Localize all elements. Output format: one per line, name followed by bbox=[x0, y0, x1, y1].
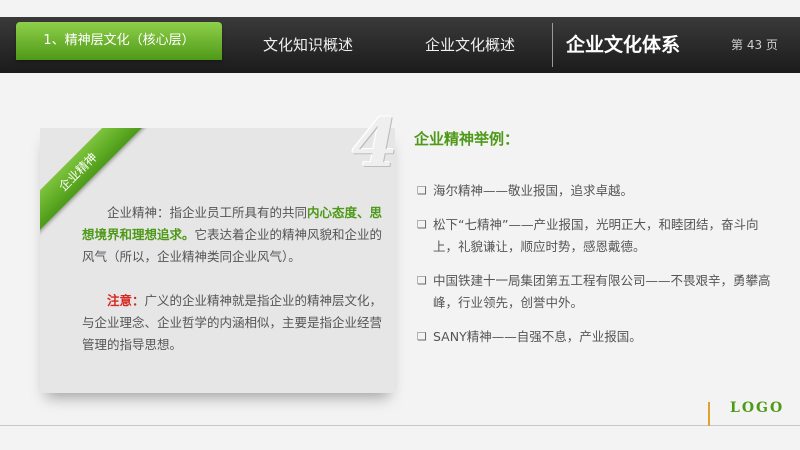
square-bullet-icon: ❑ bbox=[417, 274, 427, 287]
square-bullet-icon: ❑ bbox=[417, 218, 427, 231]
footer-accent-bar bbox=[708, 402, 710, 426]
list-item: ❑ 中国铁建十一局集团第五工程有限公司——不畏艰辛，勇攀高峰，行业领先，创誉中外。 bbox=[417, 270, 779, 314]
current-section-title: 企业文化体系 bbox=[566, 34, 681, 56]
list-item: ❑ SANY精神——自强不息，产业报国。 bbox=[417, 326, 779, 348]
square-bullet-icon: ❑ bbox=[417, 184, 427, 197]
list-item-text: 海尔精神——敬业报国，追求卓越。 bbox=[433, 183, 634, 198]
list-item-text: 松下“七精神”——产业报国，光明正大，和睦团结，奋斗向上，礼貌谦让，顺应时势，感… bbox=[433, 217, 759, 254]
list-item: ❑ 海尔精神——敬业报国，追求卓越。 bbox=[417, 180, 779, 202]
definition-paragraph: 企业精神：指企业员工所具有的共同内心态度、思想境界和理想追求。它表达着企业的精神… bbox=[82, 202, 385, 268]
square-bullet-icon: ❑ bbox=[417, 330, 427, 343]
note-paragraph: 注意：广义的企业精神就是指企业的精神层文化，与企业理念、企业哲学的内涵相似，主要… bbox=[82, 290, 385, 356]
logo: LOGO bbox=[730, 400, 785, 416]
definition-text: 企业精神：指企业员工所具有的共同内心态度、思想境界和理想追求。它表达着企业的精神… bbox=[82, 202, 385, 356]
list-item: ❑ 松下“七精神”——产业报国，光明正大，和睦团结，奋斗向上，礼貌谦让，顺应时势，… bbox=[417, 214, 779, 258]
examples-heading: 企业精神举例： bbox=[414, 130, 520, 148]
tab-culture-knowledge-overview[interactable]: 文化知识概述 bbox=[228, 17, 388, 73]
page-number: 第 43 页 bbox=[731, 38, 778, 52]
examples-list: ❑ 海尔精神——敬业报国，追求卓越。 ❑ 松下“七精神”——产业报国，光明正大，和睦… bbox=[417, 180, 779, 360]
footer-divider bbox=[0, 425, 800, 426]
tab-corporate-culture-overview[interactable]: 企业文化概述 bbox=[390, 17, 550, 73]
definition-prefix: 企业精神：指企业员工所具有的共同 bbox=[107, 205, 308, 220]
note-label: 注意： bbox=[107, 293, 145, 308]
list-item-text: SANY精神——自强不息，产业报国。 bbox=[433, 329, 642, 344]
tab-spiritual-culture-active[interactable]: 1、精神层文化（核心层） bbox=[16, 22, 222, 60]
list-item-text: 中国铁建十一局集团第五工程有限公司——不畏艰辛，勇攀高峰，行业领先，创誉中外。 bbox=[433, 273, 771, 310]
section-number-watermark: 4 bbox=[352, 104, 398, 182]
definition-card: 企业精神 企业精神：指企业员工所具有的共同内心态度、思想境界和理想追求。它表达着… bbox=[40, 128, 395, 393]
tab-divider bbox=[552, 23, 553, 67]
